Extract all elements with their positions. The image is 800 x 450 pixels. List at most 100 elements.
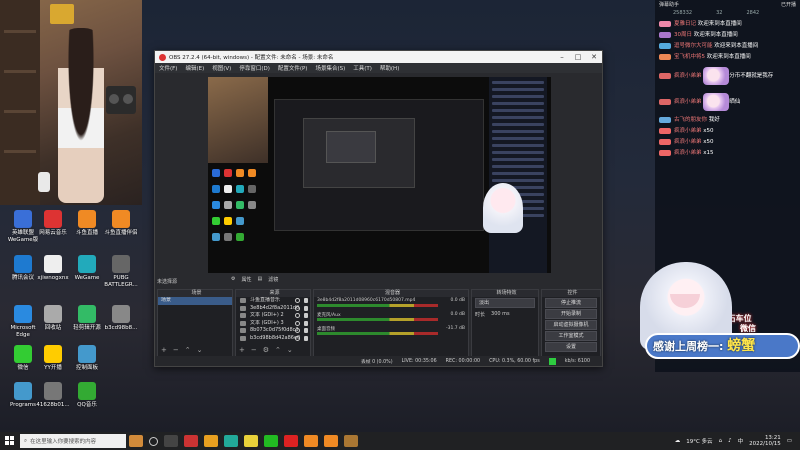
chat-message[interactable]: 夏雅日记 欢迎来到本直播间: [655, 19, 800, 30]
volume-meter[interactable]: [317, 332, 438, 335]
windows-start-icon[interactable]: [0, 432, 20, 450]
transition-select[interactable]: 淡出: [475, 298, 535, 308]
chat-username[interactable]: 宝飞机中将5: [674, 54, 705, 60]
notification-icon[interactable]: ▭: [787, 438, 792, 444]
filters-button[interactable]: 滤镜: [268, 276, 278, 283]
desktop-icon[interactable]: 控制面板: [68, 345, 106, 372]
menu-profile[interactable]: 配置文件(P): [278, 64, 308, 72]
wechat-icon[interactable]: [264, 435, 278, 447]
desktop-icon[interactable]: YY开播: [34, 345, 72, 372]
chat-username[interactable]: 古飞的朋友你: [674, 117, 707, 123]
chat-username[interactable]: 夏雅日记: [674, 21, 696, 27]
chat-username[interactable]: 30周日: [674, 32, 692, 38]
volume-meter[interactable]: [317, 304, 438, 307]
menu-help[interactable]: 帮助(H): [380, 64, 399, 72]
start-recording-button[interactable]: 开始录制: [545, 309, 597, 319]
maximize-icon[interactable]: □: [570, 53, 586, 61]
lock-icon[interactable]: [304, 328, 308, 333]
chat-message[interactable]: 疯浪小弟弟 x15: [655, 148, 800, 159]
chat-username[interactable]: 疯浪小弟弟: [674, 73, 702, 79]
scene-item[interactable]: 场景: [158, 297, 232, 305]
mixer-channel[interactable]: 桌面音频 -31.7 dB: [314, 325, 468, 339]
taskbar-app-icon[interactable]: [244, 435, 258, 447]
eye-icon[interactable]: [295, 328, 300, 333]
add-icon[interactable]: +: [239, 346, 245, 354]
down-icon[interactable]: ⌄: [197, 346, 203, 354]
ime-icon[interactable]: 中: [738, 437, 744, 445]
preview-canvas[interactable]: [208, 77, 551, 273]
lock-icon[interactable]: [304, 320, 308, 326]
desktop-icon[interactable]: 41628b01...: [34, 382, 72, 409]
source-item[interactable]: 文本 (GDI+) 3: [236, 320, 310, 328]
menu-file[interactable]: 文件(F): [159, 64, 177, 72]
chat-message[interactable]: 疯浪小弟弟 分币不翻就是我存: [655, 63, 800, 89]
studio-mode-button[interactable]: 工作室模式: [545, 331, 597, 341]
chat-username[interactable]: 疯浪小弟弟: [674, 128, 702, 134]
mixer-channel[interactable]: 3e8b4d2f8a2011d08960c6170d50807.mp4 0.0 d…: [314, 297, 468, 311]
menu-scene-collection[interactable]: 场景集合(S): [315, 64, 345, 72]
obs-taskbar-icon[interactable]: [184, 435, 198, 447]
volume-meter[interactable]: [317, 318, 438, 321]
douyu-icon[interactable]: [304, 435, 318, 447]
gear-icon[interactable]: ⚙: [263, 346, 269, 354]
chat-username[interactable]: 疯浪小弟弟: [674, 139, 702, 145]
eye-icon[interactable]: [295, 298, 300, 303]
desktop-icon[interactable]: 轻剪辑开源: [68, 305, 106, 332]
settings-button[interactable]: 设置: [545, 342, 597, 352]
duration-input[interactable]: 300 ms: [491, 311, 510, 318]
chat-username[interactable]: 疯浪小弟弟: [674, 99, 702, 105]
weather-text[interactable]: 19°C 多云: [686, 437, 712, 445]
volume-icon[interactable]: ♪: [728, 438, 732, 444]
properties-button[interactable]: 属性: [241, 276, 251, 283]
desktop-icon[interactable]: 网易云音乐: [34, 210, 72, 237]
filter-icon[interactable]: ▤: [258, 276, 263, 283]
obs-window[interactable]: OBS 27.2.4 (64-bit, windows) - 配置文件: 未命名…: [154, 50, 603, 367]
menu-edit[interactable]: 编辑(E): [185, 64, 204, 72]
source-item[interactable]: 3e8b4d2f8a2011d0: [236, 305, 310, 313]
source-item[interactable]: 文本 (GDI+) 2: [236, 312, 310, 320]
chat-message[interactable]: 疯浪小弟弟 x50: [655, 126, 800, 137]
eye-icon[interactable]: [295, 305, 300, 311]
up-icon[interactable]: ⌃: [185, 346, 191, 354]
desktop-icon[interactable]: xjiwnogxnx: [34, 255, 72, 282]
desktop-icon[interactable]: b3cd98b8...: [102, 305, 140, 332]
netease-music-icon[interactable]: [284, 435, 298, 447]
chat-message[interactable]: 宝飞机中将5 欢迎来到本直播间: [655, 52, 800, 63]
chat-message[interactable]: 逗号微尔大可能 欢迎来到本直播间: [655, 41, 800, 52]
lock-icon[interactable]: [304, 298, 308, 303]
desktop-icon[interactable]: QQ音乐: [68, 382, 106, 409]
source-item[interactable]: 8b073c0d75f0d8c3: [236, 327, 310, 335]
menu-tools[interactable]: 工具(T): [353, 64, 372, 72]
chat-message[interactable]: 疯浪小弟弟 x50: [655, 137, 800, 148]
cortana-icon[interactable]: [149, 436, 158, 446]
down-icon[interactable]: ⌄: [287, 346, 293, 354]
remove-icon[interactable]: −: [251, 346, 257, 354]
source-item[interactable]: b3cd98b8d42a86e0: [236, 335, 310, 343]
eye-icon[interactable]: [295, 320, 300, 326]
add-icon[interactable]: +: [161, 346, 167, 354]
taskbar-app-icon[interactable]: [129, 435, 143, 447]
eye-icon[interactable]: [295, 313, 300, 318]
desktop-icon[interactable]: WeGame: [68, 255, 106, 282]
chat-message[interactable]: 古飞的朋友你 我好: [655, 115, 800, 126]
desktop-icon[interactable]: 斗鱼直播伴侣: [102, 210, 140, 237]
desktop-icon[interactable]: 斗鱼直播: [68, 210, 106, 237]
taskbar-search[interactable]: ⌕ 在这里输入你要搜索的内容: [20, 434, 126, 448]
eye-icon[interactable]: [295, 335, 300, 341]
source-item[interactable]: 斗鱼直播音乐: [236, 297, 310, 305]
gear-icon[interactable]: ⚙: [231, 276, 235, 283]
desktop-icon[interactable]: PUBG BATTLEGR...: [102, 255, 140, 288]
stop-streaming-button[interactable]: 停止推流: [545, 298, 597, 308]
clock[interactable]: 13:21 2022/10/15: [749, 435, 781, 448]
chat-message[interactable]: 30周日 欢迎来到本直播间: [655, 30, 800, 41]
taskbar-app-icon[interactable]: [344, 435, 358, 447]
douyu-assistant-icon[interactable]: [324, 435, 338, 447]
close-icon[interactable]: ✕: [586, 53, 602, 61]
menu-docks[interactable]: 停靠窗口(D): [239, 64, 270, 72]
menu-view[interactable]: 视图(V): [212, 64, 231, 72]
desktop-icon[interactable]: 回收站: [34, 305, 72, 332]
minimize-icon[interactable]: –: [554, 53, 570, 61]
chat-username[interactable]: 逗号微尔大可能: [674, 43, 713, 49]
lock-icon[interactable]: [304, 305, 308, 311]
virtual-camera-button[interactable]: 启动虚拟摄像机: [545, 320, 597, 330]
